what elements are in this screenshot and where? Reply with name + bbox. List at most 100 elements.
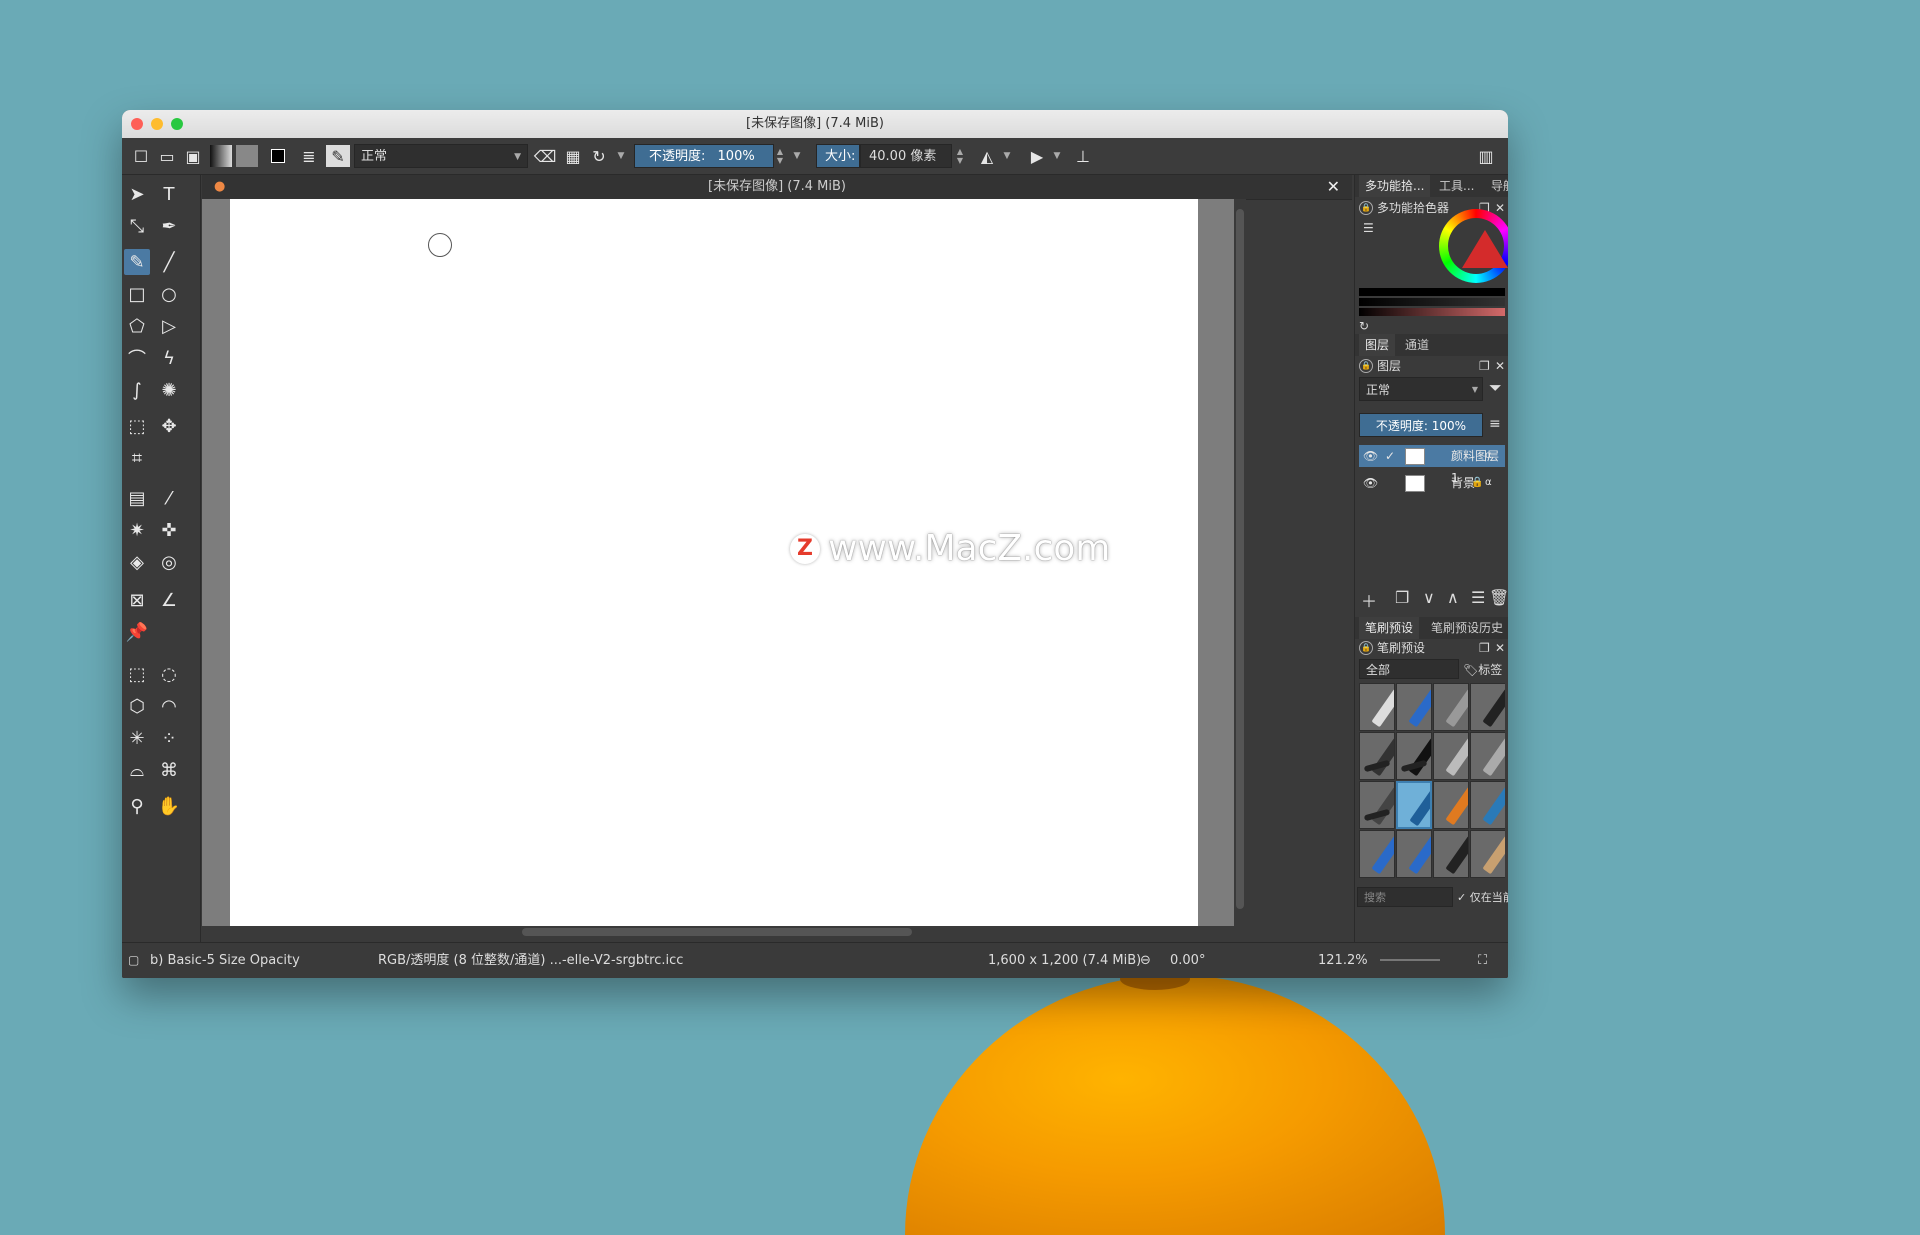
calligraphy-icon[interactable]: ✒	[156, 213, 182, 239]
layer-row[interactable]: 👁 背景 🔒 α	[1359, 472, 1505, 494]
zoom-tool-icon[interactable]: ⚲	[124, 793, 150, 819]
vertical-scrollbar[interactable]	[1234, 199, 1246, 926]
dynamic-brush-icon[interactable]: ∫	[124, 377, 150, 403]
gradient-tool-icon[interactable]: ▤	[124, 485, 150, 511]
add-layer-icon[interactable]: ＋	[1361, 588, 1377, 612]
color-history-bar[interactable]	[1359, 288, 1505, 296]
brush-preset[interactable]	[1359, 830, 1395, 878]
brush-preset[interactable]	[1359, 683, 1395, 731]
fg-bg-color-icon[interactable]	[266, 145, 290, 167]
layer-menu-icon[interactable]: ≡	[1489, 416, 1501, 432]
opacity-stepper[interactable]: ▲ ▼	[774, 144, 786, 168]
color-wheel[interactable]	[1439, 209, 1508, 283]
bezier-tool-icon[interactable]: ⌒	[124, 345, 150, 371]
save-icon[interactable]: ▣	[182, 145, 204, 167]
refresh-icon[interactable]: ↻	[1359, 319, 1369, 333]
tag-button[interactable]: 🏷标签	[1463, 661, 1502, 678]
float-panel-icon[interactable]: ❐	[1479, 357, 1490, 375]
lock-icon[interactable]: 🔒	[1471, 472, 1483, 494]
tab-color-selector[interactable]: 多功能拾...	[1359, 175, 1431, 197]
brush-preset[interactable]	[1396, 732, 1432, 780]
scrollbar-thumb[interactable]	[1236, 209, 1244, 909]
chevron-down-icon[interactable]: ▼	[614, 145, 628, 167]
rotate-canvas-icon[interactable]: ⊖	[1140, 943, 1151, 978]
brush-preset-icon[interactable]: ✎	[326, 145, 350, 167]
chevron-down-icon[interactable]: ▼	[1000, 145, 1014, 167]
workspace-icon[interactable]: ▥	[1474, 145, 1498, 167]
gradient-selector[interactable]	[210, 145, 232, 167]
brush-settings-icon[interactable]: ≣	[298, 145, 320, 167]
tab-brush-presets[interactable]: 笔刷预设	[1359, 617, 1420, 639]
multibrush-icon[interactable]: ✺	[156, 377, 182, 403]
tab-layers[interactable]: 图层	[1359, 334, 1396, 356]
reload-preset-icon[interactable]: ↻	[588, 145, 610, 167]
text-tool-icon[interactable]: T	[156, 181, 182, 207]
close-document-icon[interactable]: ✕	[1327, 175, 1340, 199]
opacity-slider[interactable]: 不透明度: 100%	[634, 144, 774, 168]
close-panel-icon[interactable]: ✕	[1495, 357, 1505, 375]
visibility-eye-icon[interactable]: 👁	[1363, 445, 1378, 467]
enclose-fill-icon[interactable]: ◎	[156, 549, 182, 575]
lock-icon[interactable]: 🔒	[1359, 201, 1373, 215]
polygon-tool-icon[interactable]: ⬠	[124, 313, 150, 339]
chevron-down-icon[interactable]: ▼	[1050, 145, 1064, 167]
brush-preset[interactable]	[1470, 732, 1505, 780]
float-panel-icon[interactable]: ❐	[1479, 639, 1490, 657]
polyline-tool-icon[interactable]: ▷	[156, 313, 182, 339]
rect-select-icon[interactable]: ⬚	[124, 661, 150, 687]
horizontal-scrollbar[interactable]	[202, 926, 1246, 938]
line-tool-icon[interactable]: ╱	[156, 249, 182, 275]
freehand-path-icon[interactable]: ϟ	[156, 345, 182, 371]
checkbox-icon[interactable]: ✓	[1385, 445, 1395, 467]
edit-shapes-icon[interactable]: ⤡	[124, 213, 150, 239]
eraser-icon[interactable]: ⌫	[534, 145, 557, 167]
color-settings-icon[interactable]: ☰	[1363, 221, 1374, 235]
brush-preset[interactable]	[1470, 781, 1505, 829]
brush-preset[interactable]	[1470, 683, 1505, 731]
color-picker-icon[interactable]: ⁄	[156, 485, 182, 511]
crop-tool-icon[interactable]: ⌗	[124, 445, 150, 471]
brush-preset[interactable]	[1396, 683, 1432, 731]
freehand-select-icon[interactable]: ◠	[156, 693, 182, 719]
tab-brush-history[interactable]: 笔刷预设历史	[1425, 617, 1508, 639]
mirror-vertical-icon[interactable]: ▶	[1026, 145, 1048, 167]
pan-tool-icon[interactable]: ✋	[156, 793, 182, 819]
assistant-tool-icon[interactable]: ✜	[156, 517, 182, 543]
fill-tool-icon[interactable]: ◈	[124, 549, 150, 575]
zoom-slider[interactable]	[1380, 959, 1440, 961]
fullscreen-icon[interactable]: ⛶	[1478, 943, 1487, 978]
blend-mode-select[interactable]: 正常 ▼	[354, 144, 528, 168]
scrollbar-thumb[interactable]	[522, 928, 912, 936]
brush-preset[interactable]	[1359, 781, 1395, 829]
transform-tool-icon[interactable]: ⬚	[124, 413, 150, 439]
bezier-select-icon[interactable]: ⌓	[124, 757, 150, 783]
tab-channels[interactable]: 通道	[1399, 334, 1435, 356]
search-in-tag-checkbox[interactable]: ✓ 仅在当前标签内搜索	[1457, 889, 1508, 905]
move-up-icon[interactable]: ∧	[1447, 588, 1459, 607]
brush-preset[interactable]	[1359, 732, 1395, 780]
lock-icon[interactable]: 🔒	[1359, 359, 1373, 373]
brush-preset[interactable]	[1396, 830, 1432, 878]
brush-preset[interactable]	[1433, 732, 1469, 780]
open-folder-icon[interactable]: ▭	[156, 145, 178, 167]
polygon-select-icon[interactable]: ⬡	[124, 693, 150, 719]
tab-tools[interactable]: 工具...	[1433, 175, 1480, 197]
size-stepper[interactable]: ▲ ▼	[954, 144, 966, 168]
lock-icon[interactable]: 🔒	[1359, 641, 1373, 655]
layer-row[interactable]: 👁 ✓ 颜料图层 1 α	[1359, 445, 1505, 485]
similar-select-icon[interactable]: ⁘	[156, 725, 182, 751]
layer-opacity-slider[interactable]: 不透明度: 100%	[1359, 413, 1483, 437]
brush-preset-icon[interactable]: ▢	[128, 943, 139, 978]
alpha-icon[interactable]: α	[1485, 445, 1492, 467]
minimize-window-button[interactable]	[151, 118, 163, 130]
alpha-icon[interactable]: α	[1485, 472, 1492, 494]
duplicate-layer-icon[interactable]: ❐	[1395, 588, 1409, 607]
document-tab[interactable]: ● [未保存图像] (7.4 MiB) ✕	[202, 175, 1352, 200]
brush-preset[interactable]	[1433, 781, 1469, 829]
reference-pin-icon[interactable]: 📌	[124, 619, 150, 645]
move-tool-icon[interactable]: ✥	[156, 413, 182, 439]
wrap-around-icon[interactable]: ⊥	[1072, 145, 1094, 167]
saturation-slider[interactable]	[1359, 308, 1505, 316]
brush-search-input[interactable]: 搜索	[1357, 887, 1453, 907]
assistant-grid-icon[interactable]: ⊠	[124, 587, 150, 613]
